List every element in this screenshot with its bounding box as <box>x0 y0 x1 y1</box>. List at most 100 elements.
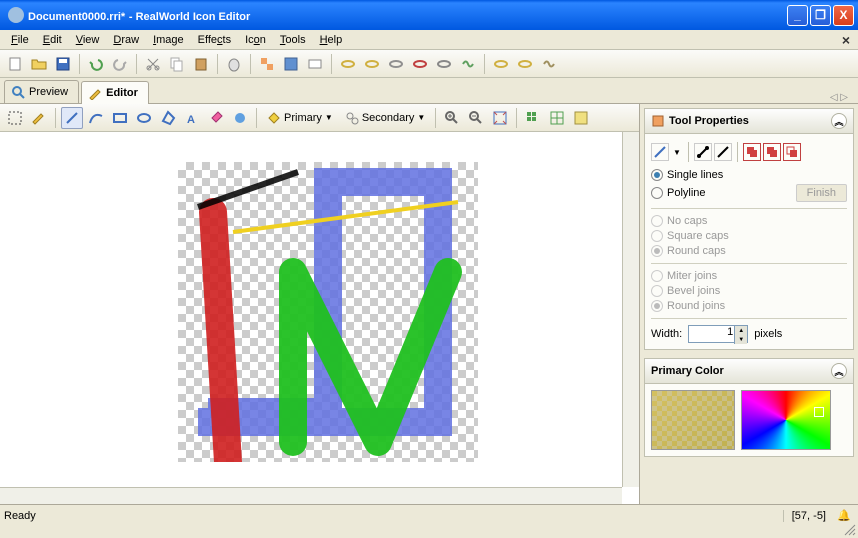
menu-draw[interactable]: Draw <box>106 32 146 48</box>
close-button[interactable]: X <box>833 5 854 26</box>
paste-icon <box>193 56 209 72</box>
width-spinner[interactable]: ▲▼ <box>734 326 747 344</box>
color-row <box>651 390 847 450</box>
pencil-tool[interactable] <box>28 107 50 129</box>
text-tool[interactable]: A <box>181 107 203 129</box>
ring6-button[interactable] <box>490 53 512 75</box>
ring-icon <box>364 56 380 72</box>
fill-tool[interactable] <box>205 107 227 129</box>
spin-up[interactable]: ▲ <box>734 326 747 335</box>
tab-nav[interactable]: ◁ ▷ <box>824 92 854 103</box>
ellipse-tool[interactable] <box>133 107 155 129</box>
menu-icon[interactable]: Icon <box>238 32 273 48</box>
chevron-down-icon[interactable]: ▼ <box>671 148 683 157</box>
main-toolbar <box>0 50 858 78</box>
primary-dropdown[interactable]: Primary ▼ <box>262 108 338 128</box>
select-rect-tool[interactable] <box>4 107 26 129</box>
drawing-content <box>178 162 478 462</box>
ring7-button[interactable] <box>514 53 536 75</box>
ring4-button[interactable] <box>409 53 431 75</box>
snake-icon <box>460 56 476 72</box>
redo-button[interactable] <box>109 53 131 75</box>
polyline-label: Polyline <box>667 187 706 199</box>
copy-button[interactable] <box>166 53 188 75</box>
mdi-close-button[interactable]: × <box>838 32 854 48</box>
rect-tool[interactable] <box>109 107 131 129</box>
cut-button[interactable] <box>142 53 164 75</box>
line-style-1[interactable] <box>651 143 669 161</box>
menu-file[interactable]: File <box>4 32 36 48</box>
menu-effects[interactable]: Effects <box>191 32 238 48</box>
undo-button[interactable] <box>85 53 107 75</box>
width-value: 1 <box>727 326 733 338</box>
grid3-button[interactable] <box>570 107 592 129</box>
spin-down[interactable]: ▼ <box>734 335 747 344</box>
square-caps-radio <box>651 230 663 242</box>
menu-tools[interactable]: Tools <box>273 32 313 48</box>
menubar: File Edit View Draw Image Effects Icon T… <box>0 30 858 50</box>
color-picker[interactable] <box>741 390 831 450</box>
layer-btn-2[interactable] <box>763 143 781 161</box>
minimize-button[interactable]: _ <box>787 5 808 26</box>
color-swatch[interactable] <box>651 390 735 450</box>
pencil-icon <box>31 110 47 126</box>
line-style-2[interactable] <box>694 143 712 161</box>
horizontal-scrollbar[interactable] <box>0 487 622 504</box>
layers-button[interactable] <box>304 53 326 75</box>
menu-view[interactable]: View <box>69 32 107 48</box>
menu-image[interactable]: Image <box>146 32 191 48</box>
resize-grip[interactable] <box>843 523 857 537</box>
snake-icon <box>541 56 557 72</box>
grid2-button[interactable] <box>546 107 568 129</box>
checkboard-button[interactable] <box>256 53 278 75</box>
finish-button[interactable]: Finish <box>796 184 847 202</box>
new-button[interactable] <box>4 53 26 75</box>
separator <box>516 108 517 128</box>
menu-help[interactable]: Help <box>313 32 350 48</box>
separator <box>55 108 56 128</box>
secondary-icon <box>345 111 359 125</box>
polygon-tool[interactable] <box>157 107 179 129</box>
panel-header: Primary Color ︽ <box>645 359 853 384</box>
curve-tool[interactable] <box>85 107 107 129</box>
tab-preview[interactable]: Preview <box>4 80 79 103</box>
single-lines-radio[interactable] <box>651 169 663 181</box>
fit-button[interactable] <box>489 107 511 129</box>
snake-button[interactable] <box>457 53 479 75</box>
zoom-in-button[interactable] <box>441 107 463 129</box>
ring5-button[interactable] <box>433 53 455 75</box>
secondary-dropdown[interactable]: Secondary ▼ <box>340 108 431 128</box>
tab-editor[interactable]: Editor <box>81 81 149 104</box>
maximize-button[interactable]: ❐ <box>810 5 831 26</box>
grid-button[interactable] <box>522 107 544 129</box>
collapse-button[interactable]: ︽ <box>831 363 847 379</box>
ring3-button[interactable] <box>385 53 407 75</box>
paste-button[interactable] <box>190 53 212 75</box>
panel-icon <box>651 114 665 128</box>
line-style-3[interactable] <box>714 143 732 161</box>
ring1-button[interactable] <box>337 53 359 75</box>
line-tool[interactable] <box>61 107 83 129</box>
sphere-tool[interactable] <box>229 107 251 129</box>
collapse-button[interactable]: ︽ <box>831 113 847 129</box>
test-button[interactable] <box>223 53 245 75</box>
preview-button[interactable] <box>280 53 302 75</box>
ring2-button[interactable] <box>361 53 383 75</box>
divider <box>651 263 847 264</box>
zoom-out-button[interactable] <box>465 107 487 129</box>
ring-icon <box>388 56 404 72</box>
vertical-scrollbar[interactable] <box>622 132 639 487</box>
round-caps-row: Round caps <box>651 245 847 257</box>
snake2-button[interactable] <box>538 53 560 75</box>
canvas[interactable] <box>178 162 478 462</box>
separator <box>435 108 436 128</box>
save-button[interactable] <box>52 53 74 75</box>
layer-btn-3[interactable] <box>783 143 801 161</box>
width-input[interactable]: 1 ▲▼ <box>688 325 748 343</box>
polyline-radio[interactable] <box>651 187 663 199</box>
width-row: Width: 1 ▲▼ pixels <box>651 325 847 343</box>
layer-btn-1[interactable] <box>743 143 761 161</box>
menu-edit[interactable]: Edit <box>36 32 69 48</box>
open-button[interactable] <box>28 53 50 75</box>
canvas-area[interactable] <box>0 132 639 504</box>
